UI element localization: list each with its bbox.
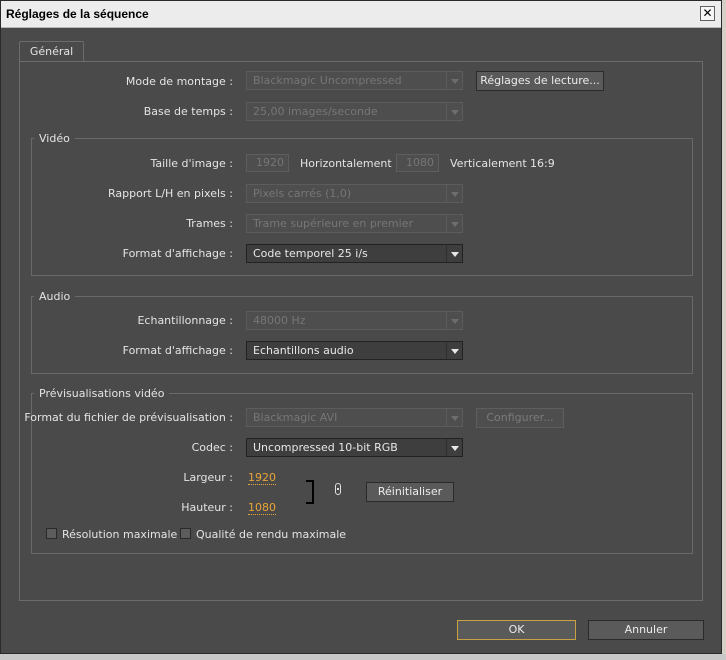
cancel-button[interactable]: Annuler [588,620,704,640]
chevron-down-icon [446,439,462,456]
max-render-quality-label: Qualité de rendu maximale [196,528,347,541]
window-title: Réglages de la séquence [6,7,149,21]
preview-group-title: Prévisualisations vidéo [34,387,170,400]
title-bar[interactable]: Réglages de la séquence ✕ [1,1,721,28]
preview-width-label: Largeur : [183,471,233,484]
background-strip [0,654,726,660]
chain-link-icon[interactable] [335,483,341,495]
timebase-dropdown[interactable]: 25,00 images/seconde [246,102,463,121]
aspect-ratio-value: 16:9 [530,157,555,170]
audio-group-title: Audio [34,290,76,303]
frame-width-field[interactable]: 1920 [246,154,289,172]
preview-file-format-label: Format du fichier de prévisualisation : [24,411,233,424]
fields-label: Trames : [186,217,233,230]
frame-height-field[interactable]: 1080 [396,154,439,172]
sample-rate-label: Echantillonnage : [137,314,233,327]
preview-file-format-value: Blackmagic AVI [253,411,338,424]
chevron-down-icon [446,103,462,120]
video-display-format-dropdown[interactable]: Code temporel 25 i/s [246,244,463,263]
chevron-down-icon [446,185,462,202]
pixel-aspect-label: Rapport L/H en pixels : [108,187,233,200]
max-resolution-checkbox[interactable] [46,528,57,539]
preview-width-value[interactable]: 1920 [248,471,276,485]
codec-label: Codec : [191,441,233,454]
preview-height-label: Hauteur : [181,501,233,514]
video-display-format-value: Code temporel 25 i/s [253,247,368,260]
horizontal-label: Horizontalement [300,157,392,170]
video-group-title: Vidéo [34,132,75,145]
preview-height-value[interactable]: 1080 [248,501,276,515]
audio-display-format-label: Format d'affichage : [122,344,233,357]
edit-mode-value: Blackmagic Uncompressed [253,74,402,87]
chevron-down-icon [446,245,462,262]
audio-display-format-value: Echantillons audio [253,344,354,357]
fields-value: Trame supérieure en premier [253,217,413,230]
sample-rate-dropdown[interactable]: 48000 Hz [246,311,463,330]
ok-button[interactable]: OK [457,620,576,640]
edit-mode-dropdown[interactable]: Blackmagic Uncompressed [246,71,463,90]
fields-dropdown[interactable]: Trame supérieure en premier [246,214,463,233]
audio-display-format-dropdown[interactable]: Echantillons audio [246,341,463,360]
timebase-value: 25,00 images/seconde [253,105,378,118]
chevron-down-icon [446,312,462,329]
max-render-quality-checkbox[interactable] [180,528,191,539]
vertical-label: Verticalement [450,157,527,170]
codec-value: Uncompressed 10-bit RGB [253,441,398,454]
chevron-down-icon [446,342,462,359]
timebase-label: Base de temps : [143,105,233,118]
chevron-down-icon [446,409,462,426]
chevron-down-icon [446,72,462,89]
codec-dropdown[interactable]: Uncompressed 10-bit RGB [246,438,463,457]
edit-mode-label: Mode de montage : [125,75,233,88]
chevron-down-icon [446,215,462,232]
reset-button[interactable]: Réinitialiser [366,482,454,502]
configure-button[interactable]: Configurer... [476,408,564,428]
preview-file-format-dropdown[interactable]: Blackmagic AVI [246,408,463,427]
pixel-aspect-value: Pixels carrés (1,0) [253,187,352,200]
tab-general[interactable]: Général [19,41,84,62]
audio-group [31,296,693,374]
sequence-settings-dialog: Réglages de la séquence ✕ Général Mode d… [0,0,722,654]
pixel-aspect-dropdown[interactable]: Pixels carrés (1,0) [246,184,463,203]
link-bracket [306,480,314,504]
frame-size-label: Taille d'image : [150,157,233,170]
close-icon[interactable]: ✕ [700,6,715,21]
max-resolution-label: Résolution maximale [62,528,178,541]
sample-rate-value: 48000 Hz [253,314,306,327]
playback-settings-button[interactable]: Réglages de lecture... [476,71,604,91]
video-display-format-label: Format d'affichage : [122,247,233,260]
